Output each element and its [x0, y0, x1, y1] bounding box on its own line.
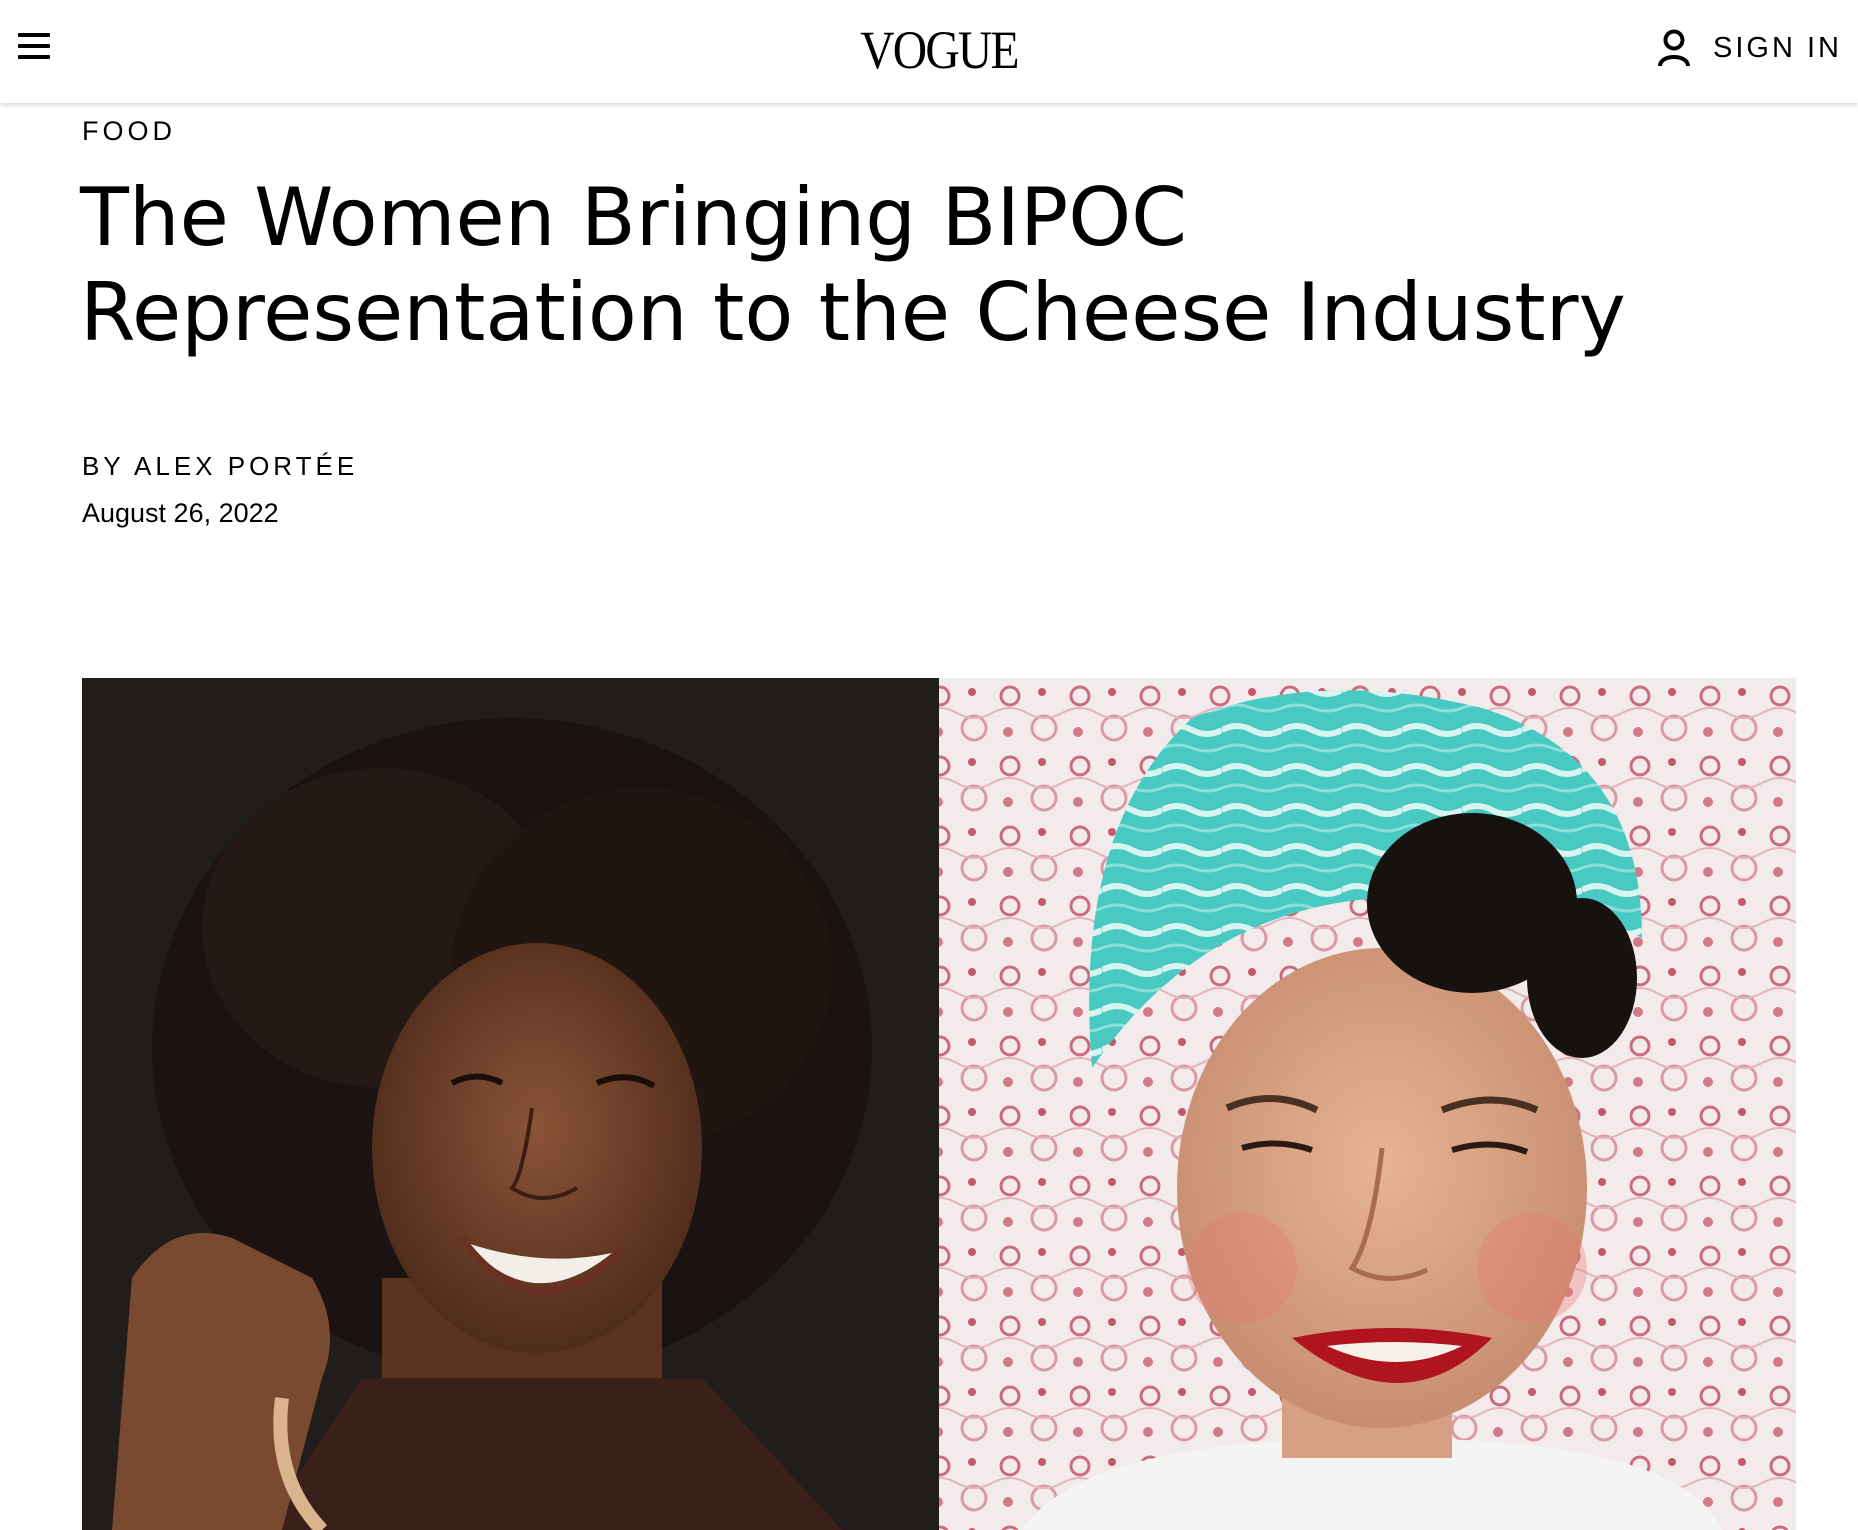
vogue-logo[interactable]: VOGUE — [113, 20, 1766, 80]
article-byline: BY ALEX PORTÉE — [82, 451, 358, 482]
article-headline: The Women Bringing BIPOC Representation … — [80, 171, 1626, 359]
sign-in-button[interactable]: SIGN IN — [1657, 24, 1842, 72]
publish-date: August 26, 2022 — [82, 498, 279, 528]
article-rubric[interactable]: FOOD — [82, 116, 176, 147]
hero-photo-composite — [82, 678, 1796, 1530]
sign-in-label: SIGN IN — [1713, 31, 1842, 64]
hamburger-menu-icon[interactable] — [14, 30, 54, 66]
user-account-icon — [1658, 29, 1691, 67]
author-link[interactable]: ALEX PORTÉE — [134, 451, 358, 481]
top-navigation-bar: VOGUE SIGN IN — [0, 0, 1858, 103]
left-portrait-photo — [82, 678, 939, 1530]
right-portrait-photo — [939, 678, 1796, 1530]
byline-prefix: BY — [82, 451, 125, 481]
hero-image — [82, 678, 1796, 1530]
